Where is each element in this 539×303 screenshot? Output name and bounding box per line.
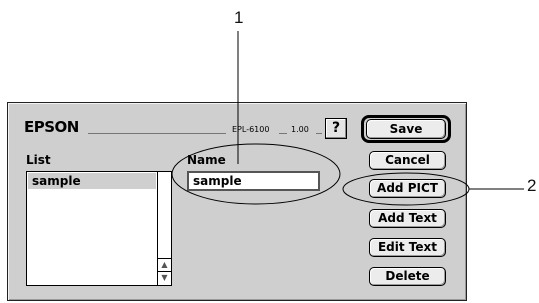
callout-annotations	[171, 31, 524, 206]
callout-ellipse-2	[342, 172, 470, 206]
callout-ellipse-1	[171, 143, 341, 205]
